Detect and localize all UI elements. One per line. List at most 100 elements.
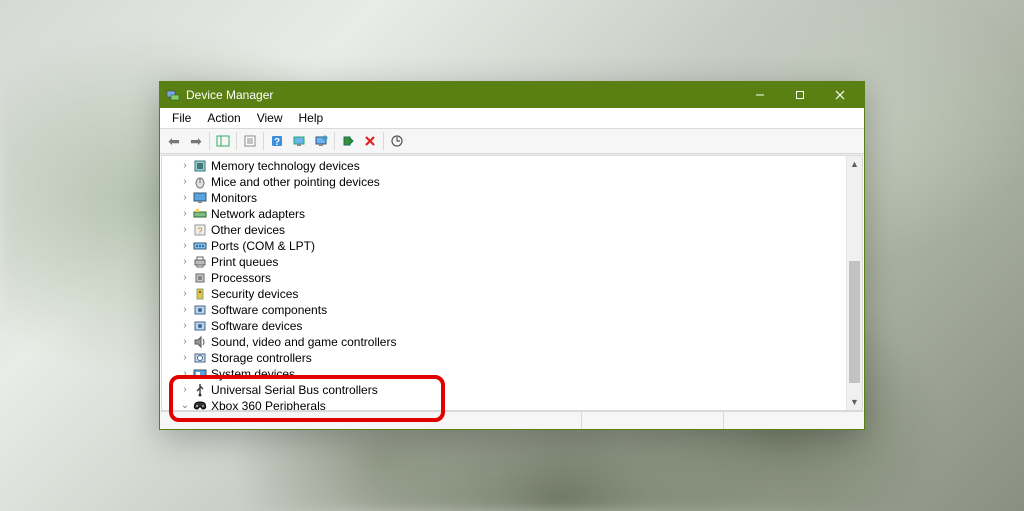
chevron-right-icon[interactable]: › [178, 334, 192, 350]
chevron-right-icon[interactable]: › [178, 206, 192, 222]
chevron-right-icon[interactable]: › [178, 174, 192, 190]
port-icon [192, 238, 208, 254]
tree-item-label: Print queues [211, 254, 278, 270]
device-tree-pane: ›Memory technology devices›Mice and othe… [161, 155, 863, 411]
tree-item[interactable]: › System devices [162, 366, 846, 382]
chevron-right-icon[interactable]: › [178, 254, 192, 270]
chevron-right-icon[interactable]: › [178, 302, 192, 318]
menu-action[interactable]: Action [199, 109, 248, 127]
sound-icon [192, 334, 208, 350]
tree-item[interactable]: › Software components [162, 302, 846, 318]
menubar: File Action View Help [160, 108, 864, 129]
chevron-right-icon[interactable]: › [178, 382, 192, 398]
help-button[interactable]: ? [266, 131, 288, 152]
show-hide-tree-button[interactable] [212, 131, 234, 152]
tree-item-label: Sound, video and game controllers [211, 334, 396, 350]
scan-hardware-button[interactable] [288, 131, 310, 152]
status-cell [581, 412, 722, 429]
software-icon [192, 318, 208, 334]
network-icon [192, 206, 208, 222]
arrow-left-icon: ⬅ [168, 134, 180, 148]
statusbar [160, 411, 864, 429]
tree-item[interactable]: › Print queues [162, 254, 846, 270]
tree-item[interactable]: › Storage controllers [162, 350, 846, 366]
tree-item-label: Software components [211, 302, 327, 318]
arrow-right-icon: ➡ [190, 134, 202, 148]
app-icon [166, 88, 180, 102]
tree-item-label: Mice and other pointing devices [211, 174, 380, 190]
titlebar[interactable]: Device Manager [160, 82, 864, 108]
device-manager-window: Device Manager File Action View Help ⬅ ➡… [159, 81, 865, 430]
cpu-icon [192, 270, 208, 286]
tree-item[interactable]: › Mice and other pointing devices [162, 174, 846, 190]
tree-item[interactable]: ›? Other devices [162, 222, 846, 238]
system-icon [192, 366, 208, 382]
nav-forward-button[interactable]: ➡ [185, 131, 207, 152]
chevron-right-icon[interactable]: › [178, 270, 192, 286]
scroll-thumb[interactable] [849, 261, 860, 383]
menu-view[interactable]: View [249, 109, 291, 127]
other-icon: ? [192, 222, 208, 238]
tree-item[interactable]: ›Ports (COM & LPT) [162, 238, 846, 254]
chevron-right-icon[interactable]: › [178, 366, 192, 382]
update-driver-button[interactable] [310, 131, 332, 152]
toolbar: ⬅ ➡ ? [160, 129, 864, 154]
mouse-icon [192, 174, 208, 190]
tree-item[interactable]: › Software devices [162, 318, 846, 334]
tree-item[interactable]: ›Processors [162, 270, 846, 286]
scroll-down-icon[interactable]: ▼ [847, 394, 862, 410]
menu-help[interactable]: Help [291, 109, 332, 127]
scroll-track[interactable] [847, 172, 862, 394]
toolbar-separator [209, 132, 210, 150]
tree-item[interactable]: ›Security devices [162, 286, 846, 302]
toolbar-separator [334, 132, 335, 150]
chevron-right-icon[interactable]: › [178, 238, 192, 254]
tree-item-label: Other devices [211, 222, 285, 238]
chevron-right-icon[interactable]: › [178, 318, 192, 334]
menu-file[interactable]: File [164, 109, 199, 127]
chevron-right-icon[interactable]: › [178, 350, 192, 366]
properties-button[interactable] [239, 131, 261, 152]
toolbar-separator [236, 132, 237, 150]
security-icon [192, 286, 208, 302]
tree-item[interactable]: › Universal Serial Bus controllers [162, 382, 846, 398]
tree-item[interactable]: ⌄ Xbox 360 Peripherals [162, 398, 846, 410]
tree-item[interactable]: ›Memory technology devices [162, 158, 846, 174]
tree-item-label: Network adapters [211, 206, 305, 222]
nav-back-button[interactable]: ⬅ [163, 131, 185, 152]
chip-icon [192, 158, 208, 174]
toolbar-separator [383, 132, 384, 150]
close-button[interactable] [820, 82, 860, 108]
tree-item[interactable]: › Sound, video and game controllers [162, 334, 846, 350]
svg-text:?: ? [197, 226, 202, 236]
tree-item-label: Universal Serial Bus controllers [211, 382, 378, 398]
vertical-scrollbar[interactable]: ▲ ▼ [846, 156, 862, 410]
minimize-button[interactable] [740, 82, 780, 108]
scan-for-changes-button[interactable] [386, 131, 408, 152]
tree-item-label: Monitors [211, 190, 257, 206]
svg-text:?: ? [274, 137, 280, 148]
toolbar-separator [263, 132, 264, 150]
chevron-down-icon[interactable]: ⌄ [178, 398, 192, 410]
chevron-right-icon[interactable]: › [178, 222, 192, 238]
tree-item-label: Storage controllers [211, 350, 312, 366]
uninstall-device-button[interactable] [359, 131, 381, 152]
tree-item[interactable]: › Monitors [162, 190, 846, 206]
tree-item-label: Xbox 360 Peripherals [211, 398, 326, 410]
enable-device-button[interactable] [337, 131, 359, 152]
chevron-right-icon[interactable]: › [178, 190, 192, 206]
tree-item[interactable]: › Network adapters [162, 206, 846, 222]
chevron-right-icon[interactable]: › [178, 286, 192, 302]
chevron-right-icon[interactable]: › [178, 158, 192, 174]
tree-item-label: System devices [211, 366, 295, 382]
monitor-icon [192, 190, 208, 206]
maximize-button[interactable] [780, 82, 820, 108]
status-cell [160, 412, 581, 429]
storage-icon [192, 350, 208, 366]
gamepad-icon [192, 398, 208, 410]
scroll-up-icon[interactable]: ▲ [847, 156, 862, 172]
tree-item-label: Software devices [211, 318, 302, 334]
window-title: Device Manager [186, 88, 740, 102]
usb-icon [192, 382, 208, 398]
software-icon [192, 302, 208, 318]
